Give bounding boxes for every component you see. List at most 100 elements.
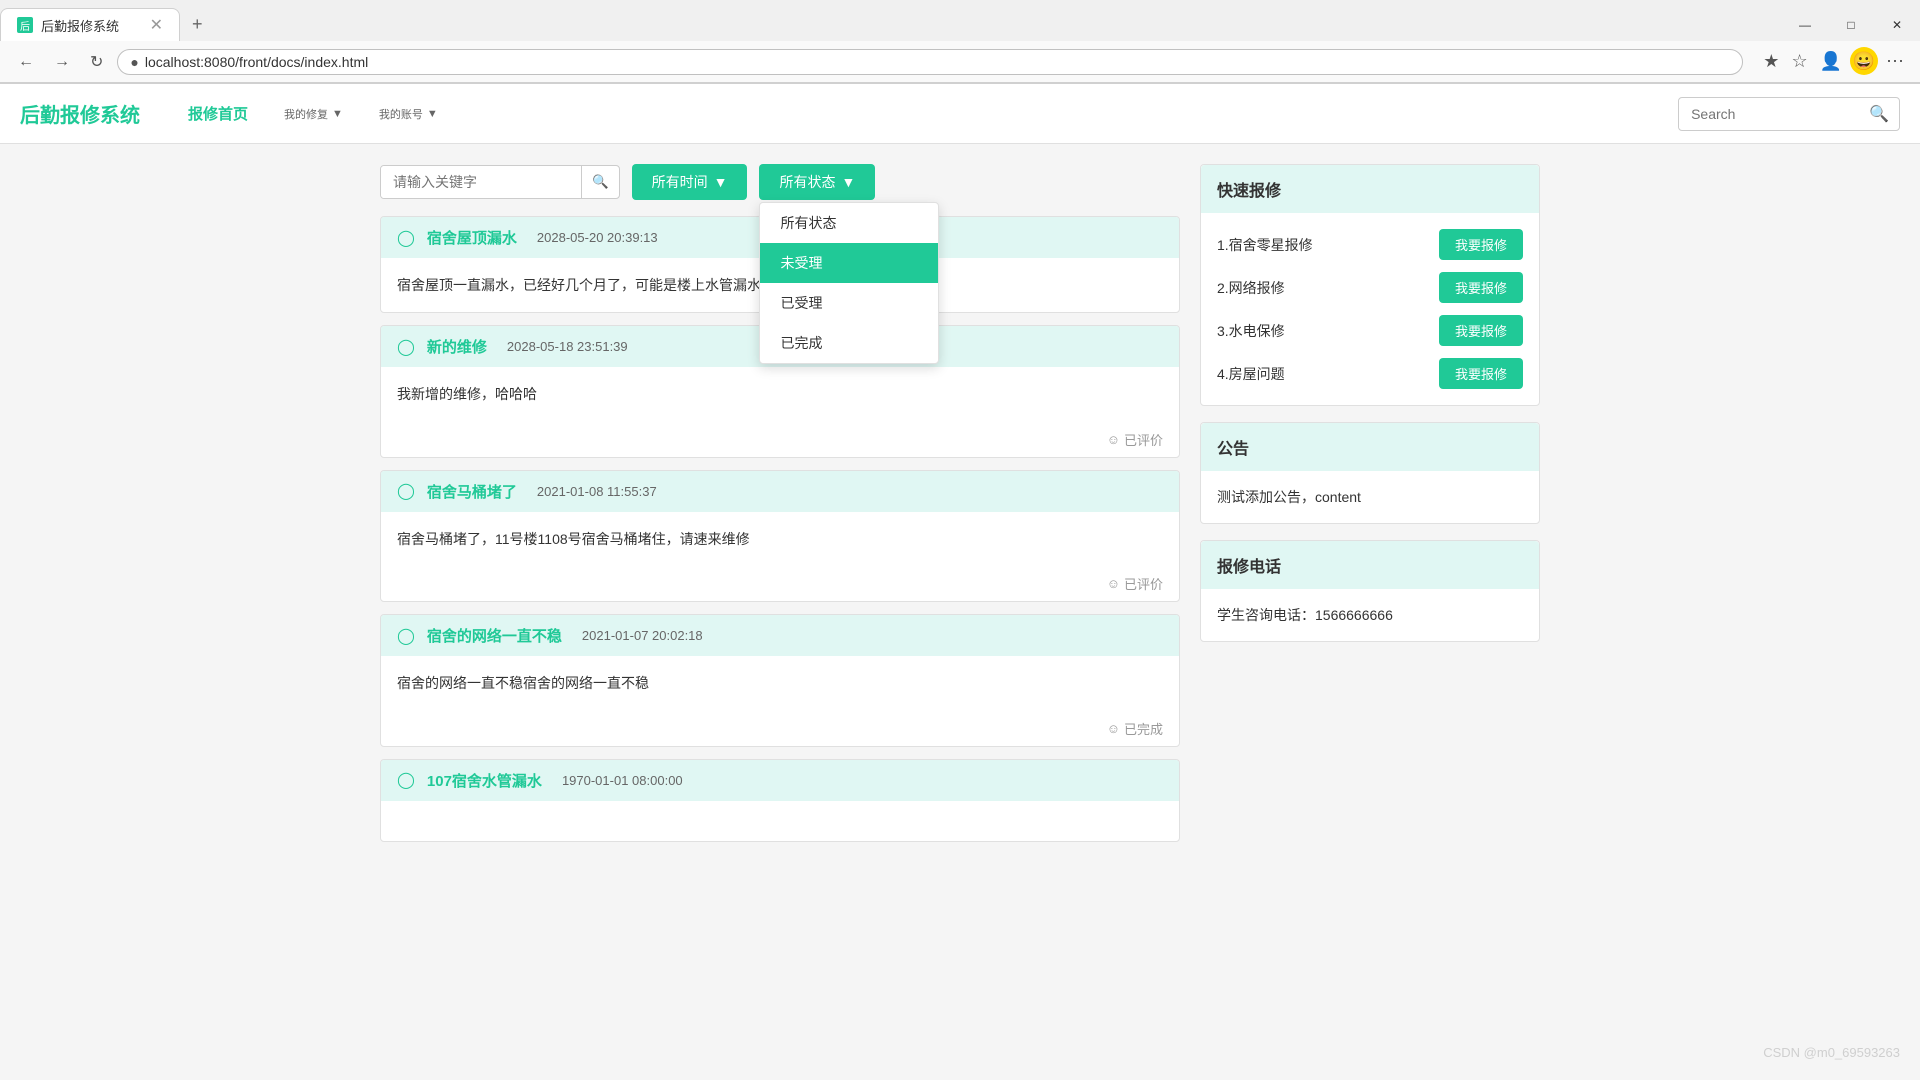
quick-repair-title: 快速报修 <box>1201 165 1539 213</box>
rating-icon: ☺ <box>1107 721 1120 736</box>
rating-status: 已评价 <box>1124 574 1163 593</box>
header-search-input[interactable] <box>1679 100 1859 128</box>
quick-repair-button-1[interactable]: 我要报修 <box>1439 229 1523 260</box>
nav-links: 报修首页 我的修复 ▼ 我的账号 ▼ <box>172 95 1678 132</box>
repair-body: 宿舍马桶堵了，11号楼1108号宿舍马桶堵住，请速来维修 <box>381 512 1179 566</box>
repair-item[interactable]: ◯ 宿舍马桶堵了 2021-01-08 11:55:37 宿舍马桶堵了，11号楼… <box>380 470 1180 602</box>
minimize-button[interactable]: — <box>1782 10 1828 40</box>
quick-repair-item: 3.水电保修 我要报修 <box>1217 315 1523 346</box>
repair-title: 新的维修 <box>427 336 487 357</box>
rating-icon: ☺ <box>1107 432 1120 447</box>
app-logo: 后勤报修系统 <box>20 99 140 128</box>
quick-repair-button-4[interactable]: 我要报修 <box>1439 358 1523 389</box>
quick-repair-label: 4.房屋问题 <box>1217 364 1285 384</box>
quick-repair-item: 4.房屋问题 我要报修 <box>1217 358 1523 389</box>
repair-date: 2021-01-07 20:02:18 <box>582 628 703 643</box>
keyword-input[interactable] <box>381 166 581 198</box>
repair-item-header: ◯ 107宿舍水管漏水 1970-01-01 08:00:00 <box>381 760 1179 801</box>
nav-my-account[interactable]: 我的账号 ▼ <box>363 95 454 132</box>
repair-date: 2028-05-18 23:51:39 <box>507 339 628 354</box>
quick-repair-button-3[interactable]: 我要报修 <box>1439 315 1523 346</box>
maximize-button[interactable]: □ <box>1828 10 1874 40</box>
new-tab-button[interactable]: + <box>184 14 211 35</box>
nav-home[interactable]: 报修首页 <box>172 95 264 132</box>
notice-body: 测试添加公告，content <box>1201 471 1539 523</box>
quick-repair-panel: 快速报修 1.宿舍零星报修 我要报修 2.网络报修 我要报修 3.水电保修 我要… <box>1200 164 1540 406</box>
pin-icon: ◯ <box>397 337 415 357</box>
tab-close-btn[interactable]: ✕ <box>150 15 163 35</box>
lock-icon: ● <box>130 54 138 70</box>
quick-repair-item: 2.网络报修 我要报修 <box>1217 272 1523 303</box>
repair-body: 我新增的维修，哈哈哈 <box>381 367 1179 421</box>
tab-favicon: 后 <box>17 17 33 33</box>
keyword-search-button[interactable]: 🔍 <box>581 166 619 198</box>
quick-repair-item: 1.宿舍零星报修 我要报修 <box>1217 229 1523 260</box>
back-button[interactable]: ← <box>12 49 40 75</box>
right-panel: 快速报修 1.宿舍零星报修 我要报修 2.网络报修 我要报修 3.水电保修 我要… <box>1200 164 1540 854</box>
repair-date: 2028-05-20 20:39:13 <box>537 230 658 245</box>
browser-tab[interactable]: 后 后勤报修系统 ✕ <box>0 8 180 41</box>
repair-body: 宿舍的网络一直不稳宿舍的网络一直不稳 <box>381 656 1179 710</box>
pin-icon: ◯ <box>397 770 415 790</box>
quick-repair-label: 3.水电保修 <box>1217 321 1285 341</box>
status-filter-wrapper: 所有状态 ▼ 所有状态 未受理 已受理 已完成 <box>759 164 875 200</box>
repair-item[interactable]: ◯ 107宿舍水管漏水 1970-01-01 08:00:00 <box>380 759 1180 842</box>
more-icon[interactable]: ⋯ <box>1882 47 1908 76</box>
phone-title: 报修电话 <box>1201 541 1539 589</box>
extensions-icon[interactable]: ★ <box>1759 47 1783 76</box>
favorites-icon[interactable]: ☆ <box>1787 47 1811 76</box>
browser-toolbar-icons: ★ ☆ 👤 😀 ⋯ <box>1759 47 1908 76</box>
forward-button[interactable]: → <box>48 49 76 75</box>
phone-panel: 报修电话 学生咨询电话：1566666666 <box>1200 540 1540 642</box>
pin-icon: ◯ <box>397 228 415 248</box>
repair-title: 宿舍马桶堵了 <box>427 481 517 502</box>
browser-toolbar: ← → ↻ ● localhost:8080/front/docs/index.… <box>0 41 1920 83</box>
status-filter-button[interactable]: 所有状态 ▼ <box>759 164 875 200</box>
phone-body: 学生咨询电话：1566666666 <box>1201 589 1539 641</box>
status-option-all[interactable]: 所有状态 <box>760 203 938 243</box>
repair-item-header: ◯ 宿舍的网络一直不稳 2021-01-07 20:02:18 <box>381 615 1179 656</box>
repair-item-header: ◯ 宿舍马桶堵了 2021-01-08 11:55:37 <box>381 471 1179 512</box>
reload-button[interactable]: ↻ <box>84 48 109 76</box>
account-icon[interactable]: 👤 <box>1816 47 1846 76</box>
app-header: 后勤报修系统 报修首页 我的修复 ▼ 我的账号 ▼ 🔍 <box>0 84 1920 144</box>
repair-item[interactable]: ◯ 宿舍的网络一直不稳 2021-01-07 20:02:18 宿舍的网络一直不… <box>380 614 1180 746</box>
repair-footer: ☺ 已完成 <box>381 711 1179 746</box>
quick-repair-button-2[interactable]: 我要报修 <box>1439 272 1523 303</box>
repair-title: 宿舍的网络一直不稳 <box>427 625 562 646</box>
pin-icon: ◯ <box>397 626 415 646</box>
status-dropdown-menu: 所有状态 未受理 已受理 已完成 <box>759 202 939 364</box>
close-button[interactable]: ✕ <box>1874 10 1920 40</box>
time-filter-wrapper: 所有时间 ▼ <box>632 164 748 200</box>
time-filter-button[interactable]: 所有时间 ▼ <box>632 164 748 200</box>
status-option-received[interactable]: 已受理 <box>760 283 938 323</box>
quick-repair-body: 1.宿舍零星报修 我要报修 2.网络报修 我要报修 3.水电保修 我要报修 4.… <box>1201 213 1539 405</box>
pin-icon: ◯ <box>397 481 415 501</box>
search-box[interactable]: 🔍 <box>380 165 620 199</box>
url-text: localhost:8080/front/docs/index.html <box>145 54 1730 70</box>
repair-footer: ☺ 已评价 <box>381 422 1179 457</box>
status-option-pending[interactable]: 未受理 <box>760 243 938 283</box>
rating-status: 已评价 <box>1124 430 1163 449</box>
quick-repair-label: 2.网络报修 <box>1217 278 1285 298</box>
window-controls: — □ ✕ <box>1782 10 1920 40</box>
tab-title: 后勤报修系统 <box>41 16 142 35</box>
repair-date: 2021-01-08 11:55:37 <box>537 484 657 499</box>
header-search-button[interactable]: 🔍 <box>1859 98 1899 130</box>
repair-title: 107宿舍水管漏水 <box>427 770 542 791</box>
profile-icon[interactable]: 😀 <box>1850 47 1878 75</box>
complete-status: 已完成 <box>1124 719 1163 738</box>
header-search[interactable]: 🔍 <box>1678 97 1900 131</box>
left-panel: 🔍 所有时间 ▼ 所有状态 ▼ 所有状态 未受理 已受理 已完成 <box>380 164 1180 854</box>
filter-bar: 🔍 所有时间 ▼ 所有状态 ▼ 所有状态 未受理 已受理 已完成 <box>380 164 1180 200</box>
address-bar[interactable]: ● localhost:8080/front/docs/index.html <box>117 49 1743 75</box>
rating-icon: ☺ <box>1107 576 1120 591</box>
notice-panel: 公告 测试添加公告，content <box>1200 422 1540 524</box>
main-content: 🔍 所有时间 ▼ 所有状态 ▼ 所有状态 未受理 已受理 已完成 <box>360 164 1560 854</box>
status-option-done[interactable]: 已完成 <box>760 323 938 363</box>
watermark: CSDN @m0_69593263 <box>1763 1045 1900 1060</box>
repair-footer: ☺ 已评价 <box>381 566 1179 601</box>
notice-title: 公告 <box>1201 423 1539 471</box>
nav-my-repair[interactable]: 我的修复 ▼ <box>268 95 359 132</box>
repair-date: 1970-01-01 08:00:00 <box>562 773 683 788</box>
